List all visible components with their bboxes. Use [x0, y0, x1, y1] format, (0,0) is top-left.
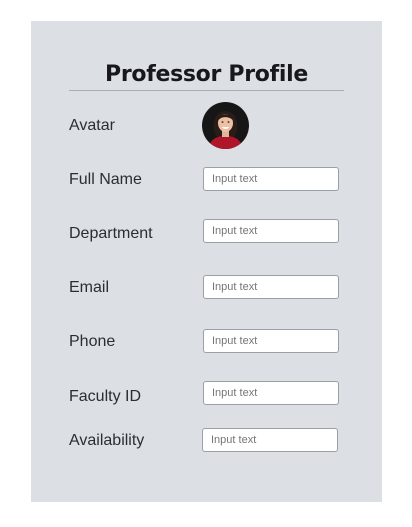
avatar[interactable]: [202, 102, 249, 149]
full-name-label: Full Name: [69, 171, 142, 188]
availability-input[interactable]: [202, 428, 338, 452]
profile-card: Professor Profile Avatar Full Name Depar…: [31, 21, 382, 502]
faculty-id-input[interactable]: [203, 381, 339, 405]
avatar-label: Avatar: [69, 117, 115, 134]
email-input[interactable]: [203, 275, 339, 299]
avatar-image: [202, 102, 249, 149]
email-label: Email: [69, 279, 110, 296]
department-label: Department: [69, 225, 153, 242]
page-title: Professor Profile: [105, 62, 308, 87]
full-name-input[interactable]: [203, 167, 339, 191]
phone-input[interactable]: [203, 329, 339, 353]
availability-label: Availability: [69, 432, 145, 449]
title-divider: [69, 90, 344, 91]
phone-label: Phone: [69, 333, 116, 350]
faculty-id-label: Faculty ID: [69, 388, 142, 405]
department-input[interactable]: [203, 219, 339, 243]
